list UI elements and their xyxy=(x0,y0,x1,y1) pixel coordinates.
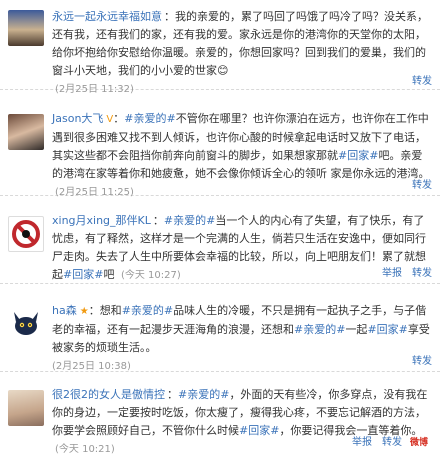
repost-button[interactable]: 转发 xyxy=(382,437,402,448)
post-time[interactable]: (今天 10:27) xyxy=(121,270,181,281)
topic-tag[interactable]: #亲爱的# xyxy=(122,304,173,317)
post-time[interactable]: (2月25日 11:32) xyxy=(55,84,134,95)
weibo-logo-icon: 微博 xyxy=(409,438,428,448)
repost-button[interactable]: 转发 xyxy=(412,76,432,87)
avatar[interactable] xyxy=(8,216,44,252)
avatar[interactable] xyxy=(8,114,44,150)
post-4: ha森 ★：想和#亲爱的#品味人生的冷暖，不只是拥有一起执子之手，与子偕老的幸福，… xyxy=(0,290,440,372)
topic-tag[interactable]: #亲爱的# xyxy=(124,112,175,125)
post-body: Jason大飞 V：#亲爱的#不管你在哪里？也许你漂泊在远方，也许你在工作中遇到很… xyxy=(52,112,430,198)
post-1: 永远一起永远幸福如意 ：我的亲爱的，累了吗回了吗饿了吗冷了吗？没关系，还有我，还有… xyxy=(0,0,440,95)
post-actions: 转发 xyxy=(402,352,432,367)
repost-button[interactable]: 转发 xyxy=(412,356,432,367)
post-actions: 转发 xyxy=(402,72,432,87)
report-button[interactable]: 举报 xyxy=(382,268,402,279)
star-badge-icon: ★ xyxy=(79,306,89,317)
author-link[interactable]: ha森 xyxy=(52,304,77,317)
post-actions: 转发 xyxy=(402,176,432,191)
post-body: 很2很2的女人是傲情控 ：#亲爱的#，外面的天有些冷，你多穿点，没有我在你的身边，… xyxy=(52,388,428,455)
topic-tag[interactable]: #亲爱的# xyxy=(178,388,229,401)
author-link[interactable]: xing月xing_那伴KL xyxy=(52,214,151,227)
author-link[interactable]: 永远一起永远幸福如意 xyxy=(52,10,162,23)
post-body: ha森 ★：想和#亲爱的#品味人生的冷暖，不只是拥有一起执子之手，与子偕老的幸福，… xyxy=(52,304,430,372)
post-body: 永远一起永远幸福如意 ：我的亲爱的，累了吗回了吗饿了吗冷了吗？没关系，还有我，还有… xyxy=(52,10,428,95)
emoji-icon: 😊 xyxy=(217,64,229,77)
topic-tag[interactable]: #回家# xyxy=(239,424,279,437)
post-2: Jason大飞 V：#亲爱的#不管你在哪里？也许你漂泊在远方，也许你在工作中遇到很… xyxy=(0,96,440,198)
topic-tag[interactable]: #亲爱的# xyxy=(294,323,345,336)
weibo-feed: 永远一起永远幸福如意 ：我的亲爱的，累了吗回了吗饿了吗冷了吗？没关系，还有我，还有… xyxy=(0,0,440,456)
avatar[interactable] xyxy=(8,304,44,340)
post-3: xing月xing_那伴KL ：#亲爱的#当一个人的内心有了失望，有了快乐，有了忧… xyxy=(0,204,440,284)
topic-tag[interactable]: #回家# xyxy=(338,149,378,162)
post-actions: 举报 转发 xyxy=(342,433,402,448)
repost-button[interactable]: 转发 xyxy=(412,268,432,279)
topic-tag[interactable]: #回家# xyxy=(63,268,103,281)
post-actions: 举报 转发 xyxy=(372,264,432,279)
post-time[interactable]: (今天 10:21) xyxy=(55,444,115,455)
author-link[interactable]: 很2很2的女人是傲情控 xyxy=(52,388,165,401)
post-5: 很2很2的女人是傲情控 ：#亲爱的#，外面的天有些冷，你多穿点，没有我在你的身边，… xyxy=(0,378,440,456)
repost-button[interactable]: 转发 xyxy=(412,180,432,191)
post-time[interactable]: (2月25日 10:38) xyxy=(52,361,131,372)
no-sign-icon xyxy=(12,220,40,248)
cat-icon xyxy=(14,312,38,335)
author-link[interactable]: Jason大飞 xyxy=(52,112,103,125)
topic-tag[interactable]: #回家# xyxy=(367,323,407,336)
topic-tag[interactable]: #亲爱的# xyxy=(164,214,215,227)
post-time[interactable]: (2月25日 11:25) xyxy=(55,187,134,198)
avatar[interactable] xyxy=(8,390,44,426)
avatar[interactable] xyxy=(8,10,44,46)
report-button[interactable]: 举报 xyxy=(352,437,372,448)
